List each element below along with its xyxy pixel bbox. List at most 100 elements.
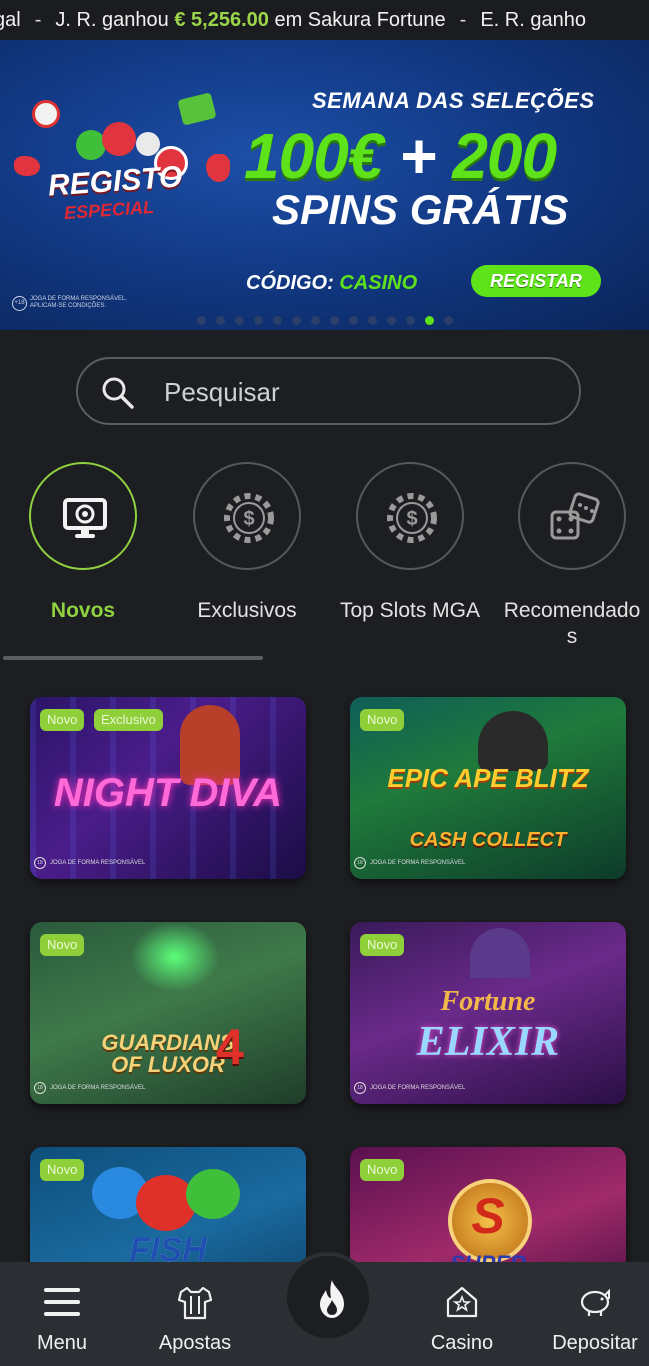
age-18-icon: 18: [354, 1082, 366, 1094]
promo-code: CÓDIGO: CASINO: [246, 272, 417, 295]
ticker-item-amount: € 5,256.00: [174, 9, 269, 31]
badge-novo: Novo: [40, 934, 85, 956]
category-label: Novos: [50, 599, 116, 622]
register-button[interactable]: REGISTAR: [471, 265, 601, 297]
carousel-dot[interactable]: [253, 316, 263, 325]
game-tile[interactable]: GUARDIANS OF LUXOR 4 Novo 18 JOGA DE FORM…: [30, 922, 306, 1104]
badge-novo: Novo: [40, 1159, 85, 1181]
badge-novo: Novo: [40, 709, 85, 731]
promo-amount: 100€: [244, 120, 383, 192]
app-root: gal-J. R. ganhou € 5,256.00 em Sakura Fo…: [0, 0, 649, 1366]
home-star-icon: [446, 1286, 478, 1318]
search-icon: [102, 377, 134, 409]
casino-chip-icon: $: [387, 493, 437, 543]
nav-label: Depositar: [552, 1332, 638, 1354]
tab-exclusivos[interactable]: $ Exclusivos: [167, 462, 327, 624]
game-subtitle: OF LUXOR: [111, 1052, 225, 1077]
category-label: Top Slots MGA: [339, 599, 481, 622]
promo-plus: +: [399, 120, 436, 192]
tab-novos[interactable]: Novos: [3, 462, 163, 624]
ticket-icon: [177, 92, 217, 126]
promo-banner[interactable]: REGISTO ESPECIAL SEMANA DAS SELEÇÕES 100…: [0, 40, 649, 330]
age-18-icon: 18: [354, 857, 366, 869]
carousel-dot[interactable]: [291, 316, 301, 325]
badge-novo: Novo: [360, 1159, 405, 1181]
nav-label: Menu: [36, 1332, 88, 1354]
category-circle: [29, 462, 137, 570]
category-circle: [518, 462, 626, 570]
promo-amount-line: 100€ + 200: [244, 124, 557, 188]
age-18-icon: 18: [34, 857, 46, 869]
carousel-dot[interactable]: [348, 316, 358, 325]
ticker-item-next: E. R. ganho: [480, 9, 586, 31]
promo-code-value: CASINO: [339, 272, 418, 294]
game-title: S: [471, 1188, 505, 1244]
svg-text:$: $: [243, 508, 254, 530]
carousel-dot[interactable]: [234, 316, 244, 325]
carousel-dot[interactable]: [386, 316, 396, 325]
badge-novo: Novo: [360, 934, 405, 956]
responsible-gaming-notice: 18 JOGA DE FORMA RESPONSÁVEL: [354, 1082, 465, 1094]
carousel-dot[interactable]: [424, 316, 434, 325]
search-input[interactable]: Pesquisar: [164, 377, 280, 408]
game-title: NIGHT DIVA: [53, 771, 283, 815]
game-tile[interactable]: EPIC APE BLITZ CASH COLLECT Novo 18 JOGA …: [350, 697, 626, 879]
carousel-dot[interactable]: [443, 316, 453, 325]
carousel-dot[interactable]: [367, 316, 377, 325]
wizard-figure: [470, 928, 530, 978]
registo-badge-title: REGISTO: [46, 160, 184, 203]
tab-top-slots-mga[interactable]: $ Top Slots MGA: [330, 462, 490, 624]
ticker-item-prefix: J. R. ganhou: [55, 9, 169, 31]
age-18-icon: 18: [34, 1082, 46, 1094]
responsible-gaming-notice: 18 JOGA DE FORMA RESPONSÁVEL: [354, 857, 465, 869]
search-bar[interactable]: Pesquisar: [76, 357, 581, 425]
casino-chip-icon: $: [224, 493, 274, 543]
ticker-separator: -: [34, 9, 42, 31]
glove-icon: [14, 156, 40, 176]
nav-deposit[interactable]: Depositar: [530, 1262, 649, 1366]
winners-ticker: gal-J. R. ganhou € 5,256.00 em Sakura Fo…: [0, 0, 649, 40]
carousel-dot[interactable]: [329, 316, 339, 325]
game-tile[interactable]: Fortune ELIXIR Novo 18 JOGA DE FORMA RESP…: [350, 922, 626, 1104]
carousel-dot[interactable]: [272, 316, 282, 325]
responsible-gaming-notice: +18 JOGA DE FORMA RESPONSÁVEL. APLICAM-S…: [12, 296, 132, 311]
nav-bets[interactable]: Apostas: [130, 1262, 260, 1366]
responsible-gaming-text: JOGA DE FORMA RESPONSÁVEL. APLICAM-SE CO…: [30, 296, 128, 309]
carousel-dot[interactable]: [310, 316, 320, 325]
badge-exclusivo: Exclusivo: [94, 709, 163, 731]
promo-spins-count: 200: [452, 120, 557, 192]
tab-recomendados[interactable]: Recomendado s: [492, 462, 649, 650]
game-number: 4: [216, 1019, 244, 1075]
game-tile[interactable]: NIGHT DIVA Novo Exclusivo 18 JOGA DE FORM…: [30, 697, 306, 879]
category-circle: $: [356, 462, 464, 570]
hamburger-menu-icon: [44, 1288, 80, 1316]
responsible-gaming-text: JOGA DE FORMA RESPONSÁVEL: [370, 860, 466, 866]
carousel-dots[interactable]: [0, 312, 649, 330]
ticker-track: gal-J. R. ganhou € 5,256.00 em Sakura Fo…: [0, 0, 586, 40]
ticker-lead: gal: [0, 9, 21, 31]
responsible-gaming-notice: 18 JOGA DE FORMA RESPONSÁVEL: [34, 857, 145, 869]
svg-text:$: $: [406, 508, 417, 530]
promo-code-label: CÓDIGO:: [246, 272, 334, 294]
nav-label: Casino: [430, 1332, 494, 1354]
responsible-gaming-notice: 18 JOGA DE FORMA RESPONSÁVEL: [34, 1082, 145, 1094]
gorilla-figure: [478, 711, 548, 771]
football-icon: [32, 100, 60, 128]
flame-icon: [320, 1280, 344, 1318]
dice-icon: [550, 492, 600, 540]
category-label: Exclusivos: [197, 599, 297, 622]
responsible-gaming-text: JOGA DE FORMA RESPONSÁVEL: [50, 1085, 146, 1091]
age-18-icon: +18: [12, 296, 27, 311]
nav-menu[interactable]: Menu: [0, 1262, 127, 1366]
game-subtitle: CASH COLLECT: [409, 829, 567, 851]
jersey-icon: [177, 1286, 213, 1320]
carousel-dot[interactable]: [215, 316, 225, 325]
nav-casino[interactable]: Casino: [397, 1262, 527, 1366]
fish-green: [186, 1169, 240, 1219]
active-tab-indicator: [3, 656, 263, 660]
carousel-dot[interactable]: [405, 316, 415, 325]
glow-effect: [130, 922, 220, 992]
promo-headline: SEMANA DAS SELEÇÕES: [312, 88, 595, 113]
carousel-dot[interactable]: [196, 316, 206, 325]
featured-fab-button[interactable]: [283, 1252, 373, 1342]
